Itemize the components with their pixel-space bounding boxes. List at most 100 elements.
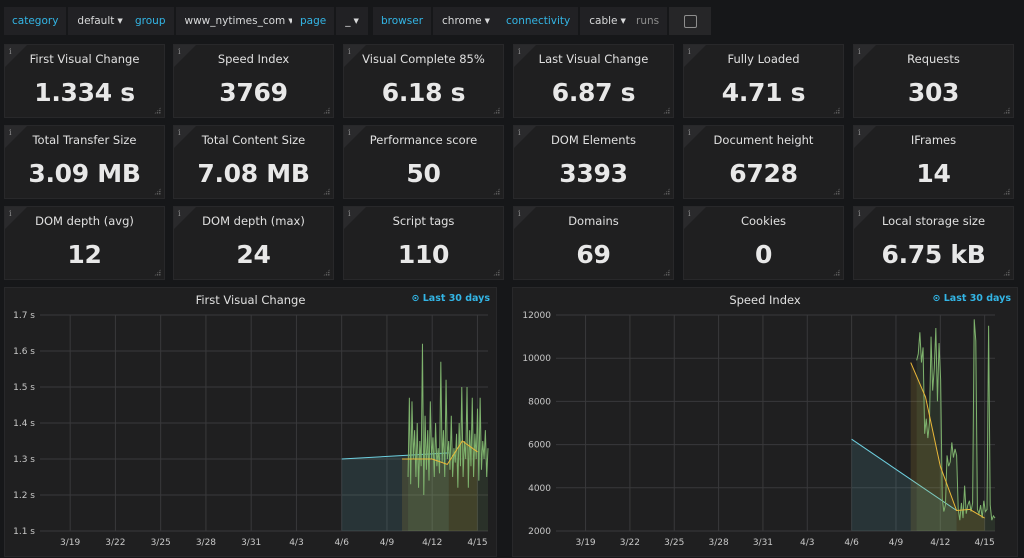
panel-title[interactable]: IFrames: [854, 133, 1013, 147]
browser-dropdown[interactable]: chrome ▼: [433, 7, 500, 35]
variable-browser: browser chrome ▼: [373, 7, 500, 35]
resize-handle-icon[interactable]: [1003, 107, 1010, 114]
stat-value: 24: [236, 240, 271, 269]
page-dropdown[interactable]: _ ▼: [336, 7, 368, 35]
x-tick-label: 3/28: [708, 538, 728, 548]
panel-title[interactable]: Cookies: [684, 214, 843, 228]
x-tick-label: 4/3: [800, 538, 814, 548]
panel-title[interactable]: Total Transfer Size: [5, 133, 164, 147]
x-tick-label: 4/6: [844, 538, 859, 548]
y-tick-label: 8000: [528, 397, 551, 407]
variable-group: group www_nytimes_com ▼: [127, 7, 303, 35]
resize-handle-icon[interactable]: [663, 269, 670, 276]
y-tick-label: 1.3 s: [13, 455, 35, 465]
dropdown-value: cable: [589, 15, 618, 27]
category-dropdown[interactable]: default ▼: [68, 7, 132, 35]
resize-handle-icon[interactable]: [493, 188, 500, 195]
stat-panel-dom-depth-max: i DOM depth (max) 24: [173, 206, 334, 280]
panel-title[interactable]: Local storage size: [854, 214, 1013, 228]
x-tick-label: 3/28: [196, 538, 216, 548]
stat-value: 4.71 s: [721, 78, 806, 107]
resize-handle-icon[interactable]: [1003, 188, 1010, 195]
dropdown-value: default: [77, 15, 115, 27]
stat-value: 0: [754, 240, 773, 269]
group-dropdown[interactable]: www_nytimes_com ▼: [175, 7, 303, 35]
series-raw-area: [408, 343, 488, 531]
panel-title[interactable]: Last Visual Change: [514, 52, 673, 66]
x-tick-label: 4/12: [422, 538, 442, 548]
runs-checkbox[interactable]: [669, 7, 712, 35]
resize-handle-icon[interactable]: [154, 269, 161, 276]
stat-panel-document-height: i Document height 6728: [683, 125, 844, 199]
caret-down-icon: ▼: [620, 17, 626, 25]
resize-handle-icon[interactable]: [323, 269, 330, 276]
stat-panel-first-visual-change: i First Visual Change 1.334 s: [4, 44, 165, 118]
variable-connectivity: connectivity cable ▼: [498, 7, 635, 35]
stat-value: 69: [576, 240, 611, 269]
graph-panel-first-visual-change: First Visual Change ⊙ Last 30 days 1.1 s…: [4, 287, 497, 557]
resize-handle-icon[interactable]: [833, 107, 840, 114]
stat-value: 6.75 kB: [881, 240, 986, 269]
panel-title[interactable]: Requests: [854, 52, 1013, 66]
y-tick-label: 1.7 s: [13, 311, 35, 321]
resize-handle-icon[interactable]: [154, 188, 161, 195]
x-tick-label: 3/25: [151, 538, 171, 548]
stat-value: 3769: [219, 78, 288, 107]
panel-title[interactable]: Total Content Size: [174, 133, 333, 147]
stat-panel-total-content-size: i Total Content Size 7.08 MB: [173, 125, 334, 199]
resize-handle-icon[interactable]: [154, 107, 161, 114]
panel-title[interactable]: Domains: [514, 214, 673, 228]
y-tick-label: 6000: [528, 441, 551, 451]
variable-label: connectivity: [498, 7, 579, 35]
dropdown-value: _: [345, 15, 351, 27]
panel-title[interactable]: Visual Complete 85%: [344, 52, 503, 66]
variable-runs: runs: [628, 7, 712, 35]
x-tick-label: 4/12: [930, 538, 950, 548]
variable-label: category: [4, 7, 67, 35]
stat-value: 1.334 s: [34, 78, 135, 107]
x-tick-label: 3/19: [60, 538, 80, 548]
chart-speed-index: 2000 4000 6000 8000 10000 12000 3/19 3/22 3/25 3/…: [522, 311, 996, 548]
y-tick-label: 12000: [522, 311, 551, 321]
panel-title[interactable]: DOM Elements: [514, 133, 673, 147]
panel-title[interactable]: Script tags: [344, 214, 503, 228]
resize-handle-icon[interactable]: [493, 269, 500, 276]
panel-title[interactable]: Speed Index: [174, 52, 333, 66]
panel-title[interactable]: Fully Loaded: [684, 52, 843, 66]
stat-panel-requests: i Requests 303: [853, 44, 1014, 118]
resize-handle-icon[interactable]: [663, 107, 670, 114]
resize-handle-icon[interactable]: [1003, 269, 1010, 276]
connectivity-dropdown[interactable]: cable ▼: [580, 7, 635, 35]
panel-title[interactable]: DOM depth (max): [174, 214, 333, 228]
y-tick-label: 10000: [522, 354, 551, 364]
stat-panel-cookies: i Cookies 0: [683, 206, 844, 280]
panel-title[interactable]: Document height: [684, 133, 843, 147]
x-tick-label: 4/15: [975, 538, 995, 548]
resize-handle-icon[interactable]: [323, 188, 330, 195]
panel-title[interactable]: DOM depth (avg): [5, 214, 164, 228]
variable-label: group: [127, 7, 174, 35]
resize-handle-icon[interactable]: [833, 188, 840, 195]
x-tick-label: 4/9: [889, 538, 904, 548]
resize-handle-icon[interactable]: [493, 107, 500, 114]
resize-handle-icon[interactable]: [833, 269, 840, 276]
stat-value: 12: [67, 240, 102, 269]
panel-title[interactable]: First Visual Change: [5, 52, 164, 66]
chart-first-visual-change: 1.1 s 1.2 s 1.3 s 1.4 s 1.5 s 1.6 s 1.7 s 3/19 3…: [13, 311, 489, 548]
resize-handle-icon[interactable]: [323, 107, 330, 114]
stat-panel-performance-score: i Performance score 50: [343, 125, 504, 199]
caret-down-icon: ▼: [353, 17, 359, 25]
variable-bar: category default ▼ group www_nytimes_com ▼…: [0, 0, 1024, 40]
checkbox-icon: [683, 14, 697, 28]
stat-panel-fully-loaded: i Fully Loaded 4.71 s: [683, 44, 844, 118]
y-tick-label: 1.5 s: [13, 383, 35, 393]
resize-handle-icon[interactable]: [663, 188, 670, 195]
stat-value: 50: [406, 159, 441, 188]
stat-value: 110: [397, 240, 450, 269]
stat-panel-domains: i Domains 69: [513, 206, 674, 280]
x-tick-label: 3/31: [241, 538, 261, 548]
panel-title[interactable]: Performance score: [344, 133, 503, 147]
caret-down-icon: ▼: [484, 17, 491, 25]
x-tick-label: 4/6: [334, 538, 349, 548]
y-tick-label: 2000: [528, 527, 551, 537]
